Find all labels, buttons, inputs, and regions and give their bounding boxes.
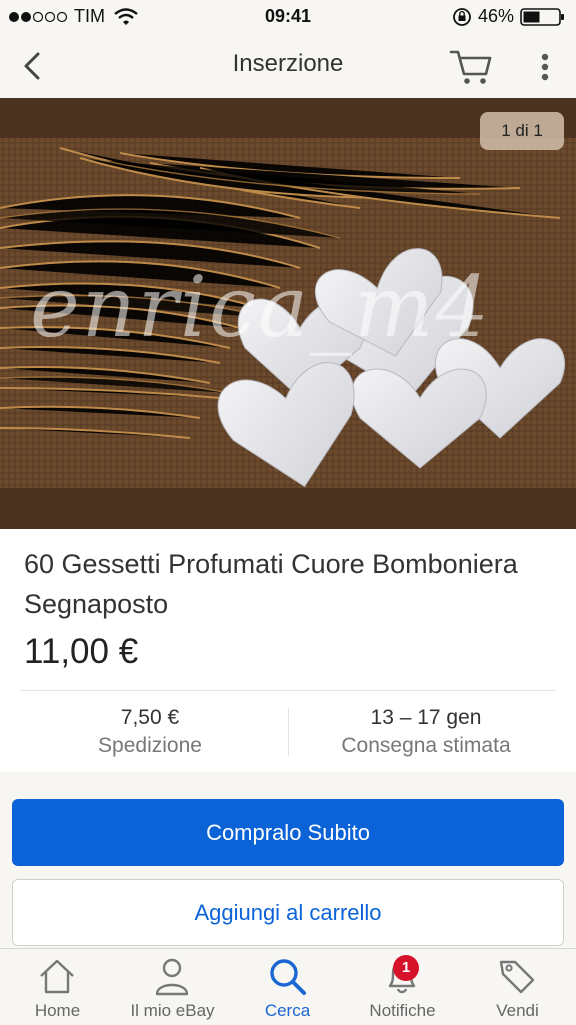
battery-icon — [520, 7, 564, 26]
tab-sell[interactable]: Vendi — [460, 949, 575, 1025]
tab-label-search: Cerca — [264, 1001, 311, 1020]
tab-label-sell: Vendi — [496, 1001, 539, 1020]
notification-badge: 1 — [393, 955, 419, 981]
tag-icon — [499, 960, 535, 994]
tab-my-ebay[interactable]: Il mio eBay — [115, 949, 230, 1025]
shipping-info: 7,50 € Spedizione — [12, 704, 288, 760]
search-icon — [270, 959, 306, 995]
shipping-label: Spedizione — [98, 734, 202, 757]
shipping-value: 7,50 € — [120, 706, 180, 729]
status-right: 46% — [452, 6, 566, 27]
tab-notifications[interactable]: 1 Notifiche — [345, 949, 460, 1025]
delivery-info: 13 – 17 gen Consegna stimata — [288, 704, 564, 760]
tab-bar: Home Il mio eBay Cerca 1 Notifiche Vendi — [0, 948, 576, 1025]
image-watermark: enrica_m4 — [30, 258, 492, 356]
orientation-lock-icon — [453, 7, 471, 26]
buy-now-button[interactable]: Compralo Subito — [12, 799, 564, 866]
cart-icon — [449, 50, 492, 84]
more-options-button[interactable] — [534, 50, 556, 86]
tab-label-home: Home — [34, 1001, 81, 1020]
battery-percent: 46% — [477, 6, 514, 26]
listing-price: 11,00 € — [24, 632, 139, 671]
tab-label-my-ebay: Il mio eBay — [130, 1001, 215, 1020]
more-vertical-icon — [541, 53, 549, 81]
user-icon — [155, 958, 189, 996]
home-icon — [40, 959, 74, 994]
delivery-value: 13 – 17 gen — [370, 706, 482, 729]
cart-button[interactable] — [448, 46, 494, 86]
add-to-cart-button[interactable]: Aggiungi al carrello — [12, 879, 564, 946]
delivery-label: Consegna stimata — [341, 734, 511, 757]
image-counter: 1 di 1 — [480, 112, 564, 150]
tab-home[interactable]: Home — [0, 949, 115, 1025]
tab-search[interactable]: Cerca — [230, 949, 345, 1025]
tab-label-notifications: Notifiche — [369, 1001, 436, 1020]
divider — [20, 690, 556, 691]
status-bar: TIM 09:41 46% — [0, 0, 576, 36]
product-image[interactable]: enrica_m4 — [0, 98, 576, 529]
listing-title: 60 Gessetti Profumati Cuore Bomboniera S… — [24, 549, 518, 619]
nav-bar: Inserzione — [0, 36, 576, 98]
